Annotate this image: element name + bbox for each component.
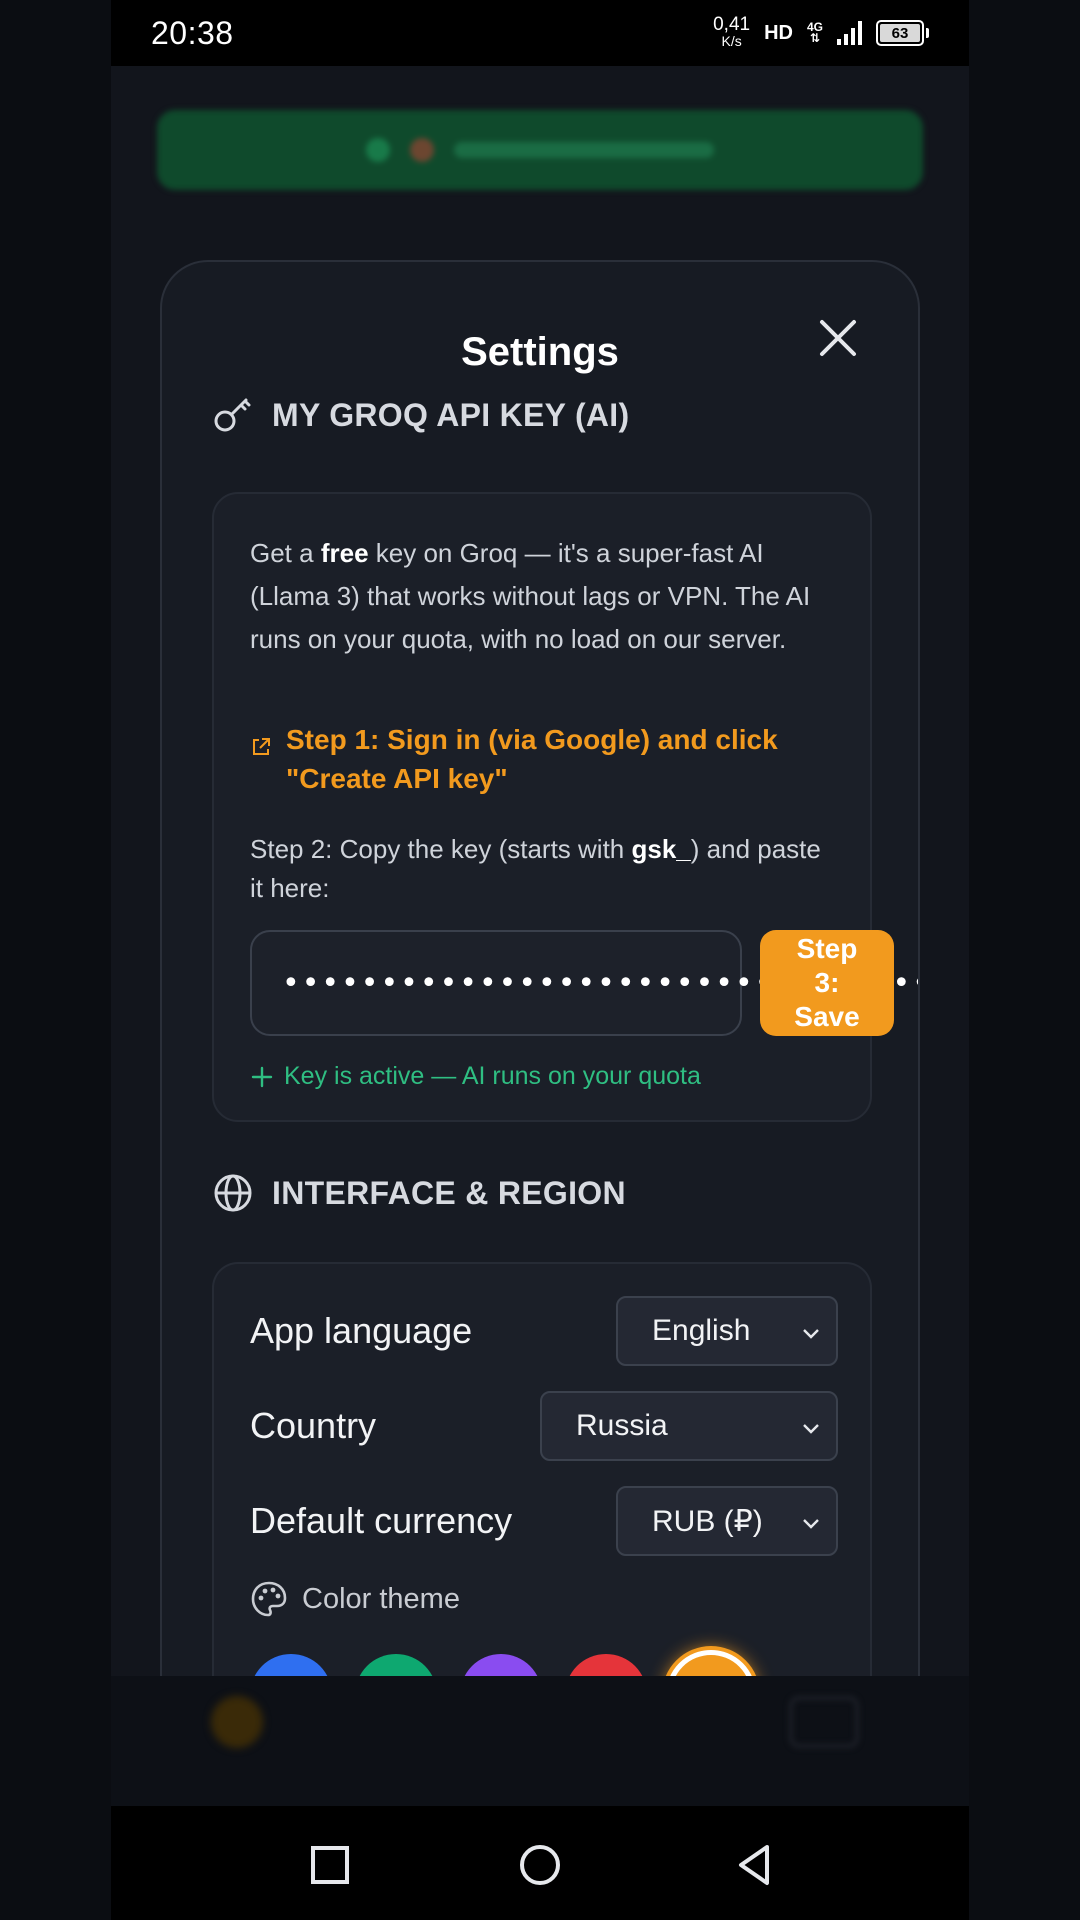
phone-screen: 20:38 0,41 K/s HD 4G ⇅ 63 Settings MY GR… <box>111 0 969 1920</box>
key-status: Key is active — AI runs on your quota <box>250 1062 701 1091</box>
system-nav-bar <box>111 1806 969 1920</box>
language-label: App language <box>250 1310 473 1351</box>
api-section-heading: MY GROQ API KEY (AI) <box>212 394 629 436</box>
key-status-text: Key is active — AI runs on your quota <box>284 1062 701 1090</box>
country-row: Country Russia <box>250 1391 838 1461</box>
network-speed-unit: K/s <box>721 33 742 49</box>
step1-text: Step 1: Sign in (via Google) and click "… <box>286 724 778 794</box>
chevron-down-icon <box>803 1424 819 1434</box>
language-select[interactable]: English <box>616 1296 838 1366</box>
plus-icon <box>251 1066 273 1087</box>
key-icon <box>214 398 251 432</box>
globe-icon <box>214 1174 252 1212</box>
square-icon <box>311 1846 349 1884</box>
background-left <box>0 0 111 1920</box>
api-description: Get a free key on Groq — it's a super-fa… <box>250 538 811 654</box>
recents-button[interactable] <box>307 1842 353 1888</box>
interface-section-heading: INTERFACE & REGION <box>212 1172 626 1214</box>
modal-title: Settings <box>461 330 619 374</box>
status-icons: 0,41 K/s HD 4G ⇅ 63 <box>713 14 929 49</box>
status-bar: 20:38 0,41 K/s HD 4G ⇅ 63 <box>111 0 969 66</box>
battery-level: 63 <box>880 24 920 42</box>
api-section-title: MY GROQ API KEY (AI) <box>272 396 630 433</box>
currency-select[interactable]: RUB (₽) <box>616 1486 838 1556</box>
settings-modal: Settings MY GROQ API KEY (AI) Get a free… <box>160 260 920 1740</box>
interface-card: App language English Country Russia Defa… <box>212 1262 872 1738</box>
network-speed-value: 0,41 <box>713 14 751 35</box>
back-button[interactable] <box>731 1842 777 1888</box>
battery-icon: 63 <box>876 20 929 46</box>
background-right <box>969 0 1080 1920</box>
currency-row: Default currency RUB (₽) <box>250 1486 838 1556</box>
interface-section-title: INTERFACE & REGION <box>272 1174 626 1211</box>
api-key-card: Get a free key on Groq — it's a super-fa… <box>212 492 918 1122</box>
close-icon <box>820 320 856 356</box>
api-key-input[interactable]: •••••••••••••••••••••••••••••••••••••• <box>250 930 918 1036</box>
circle-icon <box>520 1845 560 1885</box>
palette-icon <box>251 1581 287 1617</box>
save-key-button[interactable]: Step 3: Save <box>760 930 894 1036</box>
external-link-icon <box>253 738 270 755</box>
currency-label: Default currency <box>250 1500 513 1541</box>
status-time: 20:38 <box>151 14 234 51</box>
app-background: Settings MY GROQ API KEY (AI) Get a free… <box>111 66 969 1806</box>
language-row: App language English <box>250 1296 838 1366</box>
network-type-icon: 4G ⇅ <box>806 20 823 45</box>
theme-label-text: Color theme <box>302 1582 460 1615</box>
chevron-down-icon <box>803 1519 819 1529</box>
theme-label: Color theme <box>250 1580 460 1618</box>
blurred-bottom-nav <box>111 1676 969 1806</box>
home-button[interactable] <box>517 1842 563 1888</box>
chevron-down-icon <box>803 1329 819 1339</box>
network-speed: 0,41 K/s <box>713 14 751 49</box>
signal-icon <box>837 21 862 45</box>
step1-link[interactable]: Step 1: Sign in (via Google) and click "… <box>250 720 840 798</box>
country-select[interactable]: Russia <box>540 1391 838 1461</box>
country-label: Country <box>250 1405 377 1446</box>
triangle-back-icon <box>739 1845 769 1885</box>
blurred-banner <box>157 110 923 190</box>
close-button[interactable] <box>816 316 860 360</box>
hd-indicator: HD <box>764 21 793 44</box>
step2-instructions: Step 2: Copy the key (starts with gsk_) … <box>250 834 821 903</box>
